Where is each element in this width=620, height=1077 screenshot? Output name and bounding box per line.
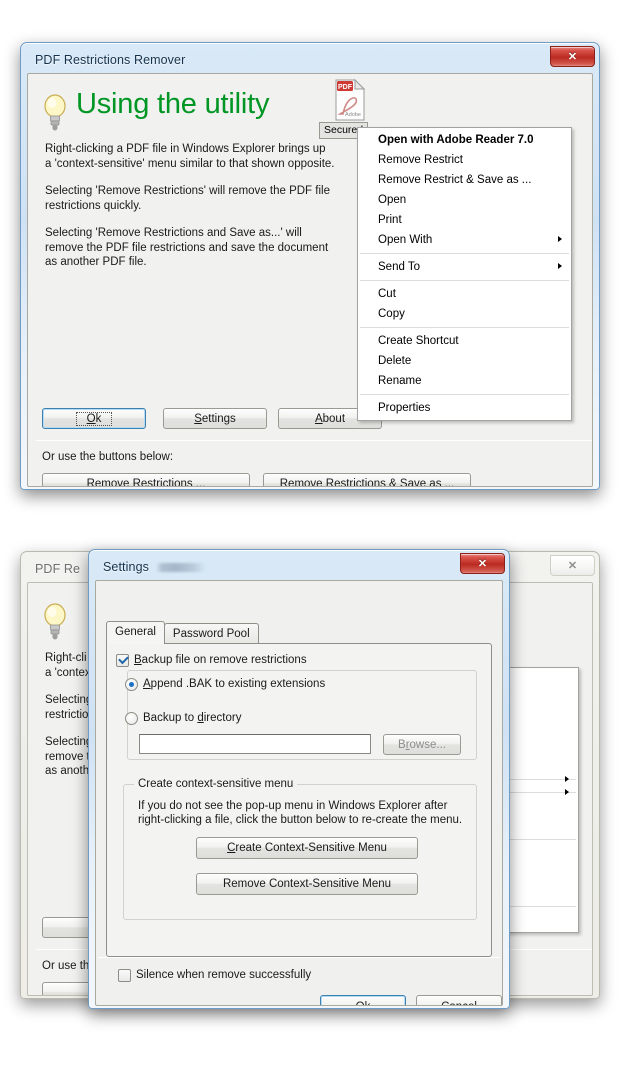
radio-icon xyxy=(125,712,138,725)
settings-button[interactable]: Settings xyxy=(163,408,267,429)
lightbulb-icon xyxy=(44,94,66,131)
context-menu-item-label: Open With xyxy=(378,234,433,246)
instruction-paragraph: Selecting 'Remove Restrictions and Save … xyxy=(45,227,329,268)
instructions-text: Right-clicking a PDF file in Windows Exp… xyxy=(45,142,335,283)
main-window-pdf-restrictions-remover: PDF Restrictions Remover ✕ Using the uti… xyxy=(20,42,600,490)
or-use-buttons-label: Or use the buttons below: xyxy=(42,451,174,463)
create-context-menu-group: Create context-sensitive menu If you do … xyxy=(123,778,477,920)
context-menu-item[interactable]: Remove Restrict & Save as ... xyxy=(358,170,571,190)
settings-dialog-title: Settings xyxy=(103,560,149,574)
tab-password-pool[interactable]: Password Pool xyxy=(163,623,259,644)
backup-on-remove-label: Backup file on remove restrictions xyxy=(134,654,307,666)
create-context-sensitive-menu-button[interactable]: Create Context-Sensitive Menu xyxy=(196,837,418,859)
context-menu-item[interactable]: Create Shortcut xyxy=(358,331,571,351)
context-menu-item[interactable]: Remove Restrict xyxy=(358,150,571,170)
create-context-menu-label: Create Context-Sensitive Menu xyxy=(227,842,387,854)
instruction-paragraph: Right-clicking a PDF file in Windows Exp… xyxy=(45,143,335,170)
silence-on-success-label: Silence when remove successfully xyxy=(136,969,312,981)
radio-backup-to-directory[interactable]: Backup to directory xyxy=(125,712,241,725)
close-icon[interactable]: ✕ xyxy=(550,555,595,576)
instruction-paragraph: Selecting 'Remove Restrictions' will rem… xyxy=(45,185,330,212)
context-menu-item[interactable]: Properties xyxy=(358,398,571,418)
silence-on-success-checkbox[interactable]: Silence when remove successfully xyxy=(118,969,311,982)
redacted-title-suffix xyxy=(155,562,206,572)
context-menu-item[interactable]: Cut xyxy=(358,284,571,304)
page-title: Using the utility xyxy=(76,88,270,120)
backup-on-remove-checkbox[interactable]: Backup file on remove restrictions xyxy=(116,654,307,667)
remove-restrictions-save-as-button[interactable]: Remove Restrictions & Save as ... xyxy=(263,473,471,486)
context-menu-item[interactable]: Print xyxy=(358,210,571,230)
main-window-titlebar[interactable]: PDF Restrictions Remover ✕ xyxy=(25,46,595,73)
radio-append-bak-label: Append .BAK to existing extensions xyxy=(143,678,326,690)
dialog-cancel-label: Cancel xyxy=(441,1001,477,1006)
main-window-title: PDF Restrictions Remover xyxy=(35,53,186,67)
context-menu-item[interactable]: Rename xyxy=(358,371,571,391)
lightbulb-icon xyxy=(44,603,66,640)
ok-button[interactable]: Ok xyxy=(42,408,146,429)
chevron-right-icon xyxy=(565,776,569,782)
context-menu-item[interactable]: Delete xyxy=(358,351,571,371)
context-menu-item-label: Send To xyxy=(378,261,420,273)
browse-button[interactable]: Browse... xyxy=(383,734,461,755)
settings-tab-strip: General Password Pool xyxy=(106,621,259,644)
create-context-menu-legend: Create context-sensitive menu xyxy=(134,778,298,790)
settings-general-panel: Backup file on remove restrictions Appen… xyxy=(106,643,492,957)
checkbox-icon xyxy=(118,969,131,982)
backup-directory-input[interactable] xyxy=(139,734,371,754)
menu-separator xyxy=(360,280,569,281)
tab-general[interactable]: General xyxy=(106,621,165,644)
close-icon[interactable]: ✕ xyxy=(550,46,595,67)
divider xyxy=(98,957,500,958)
chevron-right-icon xyxy=(558,236,562,242)
dialog-ok-button[interactable]: Ok xyxy=(320,995,406,1006)
radio-backup-to-directory-label: Backup to directory xyxy=(143,712,242,724)
pdf-file-icon: PDF Adobe xyxy=(335,78,366,121)
screenshot-canvas: PDF Restrictions Remover ✕ Using the uti… xyxy=(0,0,620,1077)
radio-icon xyxy=(125,678,138,691)
context-menu-item[interactable]: Copy xyxy=(358,304,571,324)
chevron-right-icon xyxy=(558,263,562,269)
divider xyxy=(36,440,592,441)
settings-button-label: Settings xyxy=(194,412,236,425)
close-icon[interactable]: ✕ xyxy=(460,553,505,574)
settings-dialog-titlebar[interactable]: Settings ✕ xyxy=(93,553,505,580)
settings-dialog-client-area: General Password Pool Backup file on rem… xyxy=(95,580,503,1006)
radio-append-bak[interactable]: Append .BAK to existing extensions xyxy=(125,678,325,691)
context-menu-item[interactable]: Open with Adobe Reader 7.0 xyxy=(358,130,571,150)
svg-text:PDF: PDF xyxy=(338,84,353,91)
context-menu-item[interactable]: Send To xyxy=(358,257,571,277)
context-menu-item[interactable]: Open xyxy=(358,190,571,210)
ok-button-label: Ok xyxy=(75,411,113,426)
about-button-label: About xyxy=(314,412,346,425)
dialog-cancel-button[interactable]: Cancel xyxy=(416,995,502,1006)
background-window-title: PDF Re xyxy=(35,562,81,576)
explorer-context-menu[interactable]: Open with Adobe Reader 7.0 Remove Restri… xyxy=(357,127,572,421)
create-context-menu-description: If you do not see the pop-up menu in Win… xyxy=(138,800,463,826)
menu-separator xyxy=(360,253,569,254)
menu-separator xyxy=(360,327,569,328)
settings-dialog: Settings ✕ General Password Pool Backup … xyxy=(88,549,510,1009)
chevron-right-icon xyxy=(565,789,569,795)
context-menu-item[interactable]: Open With xyxy=(358,230,571,250)
checkbox-icon xyxy=(116,654,129,667)
remove-restrictions-button[interactable]: Remove Restrictions ... xyxy=(42,473,250,486)
remove-context-sensitive-menu-button[interactable]: Remove Context-Sensitive Menu xyxy=(196,873,418,895)
svg-text:Adobe: Adobe xyxy=(345,112,361,118)
browse-button-label: Browse... xyxy=(398,738,446,751)
menu-separator xyxy=(360,394,569,395)
dialog-ok-label: Ok xyxy=(356,1001,371,1006)
